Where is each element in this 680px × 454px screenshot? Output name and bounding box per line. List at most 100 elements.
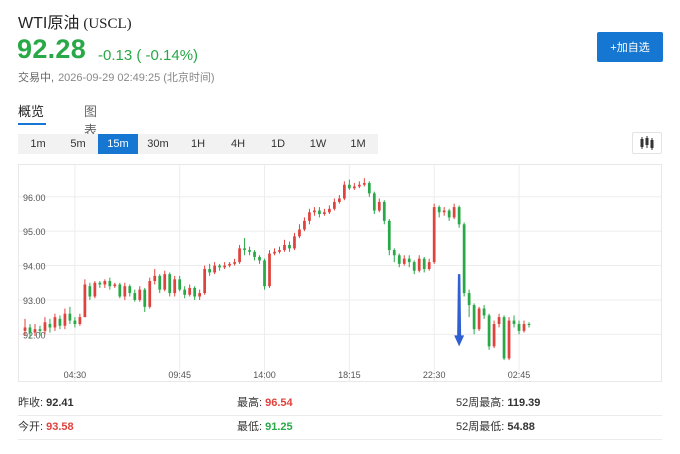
interval-30m[interactable]: 30m [138,134,178,154]
stat-prev-close-value: 92.41 [46,397,74,409]
interval-15m[interactable]: 15m [98,134,138,154]
candle-body [432,207,436,263]
interval-1d[interactable]: 1D [258,134,298,154]
candle-body [38,329,42,331]
candle-body [128,286,132,294]
candle-body [53,317,57,328]
stat-high-value: 96.54 [265,397,293,409]
candle-body [492,324,496,347]
stat-52w-high: 52周最高: 119.39 [456,394,540,410]
candle-body [163,274,167,290]
stat-52w-low: 52周最低: 54.88 [456,418,535,434]
candle-body [382,201,386,221]
candle-body [477,308,481,330]
candle-body [193,287,197,297]
candle-body [392,250,396,256]
stat-prev-close-label: 昨收: [18,397,44,409]
stat-52w-low-label: 52周最低: [456,421,505,433]
candle-body [372,193,376,211]
y-tick-label: 96.00 [23,193,46,203]
x-tick-label: 18:15 [338,370,361,380]
interval-1mo[interactable]: 1M [338,134,378,154]
x-tick-label: 14:00 [253,370,276,380]
candle-body [228,263,231,266]
interval-1w[interactable]: 1W [298,134,338,154]
interval-1m[interactable]: 1m [18,134,58,154]
stat-52w-low-value: 54.88 [507,421,535,433]
candle-body [467,293,471,306]
stats-row-1: 昨收: 92.41 最高: 96.54 52周最高: 119.39 [18,392,662,416]
candle-body [308,212,311,221]
chart-type-toggle-button[interactable] [632,132,662,154]
candle-body [78,317,82,325]
interval-5m[interactable]: 5m [58,134,98,154]
candle-body [173,279,177,294]
candle-body [168,274,172,294]
candle-body [522,324,526,331]
stat-high: 最高: 96.54 [237,394,293,410]
candle-body [28,327,32,333]
candle-body [263,260,266,287]
candle-body [447,210,451,218]
candle-body [138,289,142,300]
stat-low: 最低: 91.25 [237,418,293,434]
candle-body [73,320,77,325]
stat-52w-high-value: 119.39 [507,397,541,409]
candle-body [133,293,137,300]
candle-body [278,250,281,252]
x-tick-label: 22:30 [423,370,446,380]
x-tick-label: 02:45 [508,370,531,380]
candle-body [208,269,212,273]
add-to-watchlist-button[interactable]: +加自选 [597,32,663,62]
interval-1h[interactable]: 1H [178,134,218,154]
stat-52w-high-label: 52周最高: [456,397,505,409]
tab-overview[interactable]: 概览 [18,101,46,125]
candle-body [487,315,491,347]
candle-body [338,198,341,202]
candle-body [43,322,47,331]
trading-status-label: 交易中, [18,72,55,84]
stat-low-value: 91.25 [265,421,293,433]
candle-body [402,258,406,264]
stat-high-label: 最高: [237,397,263,409]
candle-body [148,281,152,307]
candle-body [143,289,147,307]
candle-body [387,220,391,251]
candle-body [347,184,351,189]
candle-body [422,258,426,269]
stat-open-value: 93.58 [46,421,74,433]
candle-body [417,258,421,271]
candle-body [68,313,72,321]
price-change: -0.13 ( -0.14%) [98,47,199,64]
candle-body [83,284,87,318]
instrument-code: (USCL) [83,16,132,32]
candle-body [188,287,192,295]
stats-row-2: 今开: 93.58 最低: 91.25 52周最低: 54.88 [18,416,662,440]
candle-body [502,317,506,359]
candle-body [203,269,207,294]
stat-prev-close: 昨收: 92.41 [18,394,74,410]
candle-body [218,265,221,268]
quote-timestamp: 2026-09-29 02:49:25 (北京时间) [58,72,215,84]
candle-body [512,320,516,325]
candle-body [103,281,107,285]
interval-4h[interactable]: 4H [218,134,258,154]
x-tick-label: 09:45 [168,370,191,380]
stat-open-label: 今开: [18,421,44,433]
stat-open: 今开: 93.58 [18,418,74,434]
candle-body [243,248,246,251]
candle-body [23,327,27,331]
candle-body [377,201,381,211]
candle-body [517,324,521,331]
candle-body [527,324,531,326]
candle-body [178,279,182,290]
last-price: 92.28 [17,34,87,64]
tab-chart[interactable]: 图表 [84,101,97,138]
candle-body [118,284,122,297]
candle-body [33,329,37,333]
candle-body [342,184,346,199]
candle-body [497,317,501,325]
price-chart[interactable]: 96.00 95.00 94.00 93.00 92.00 04:30 09:45 14:00… [18,164,662,382]
candle-body [507,320,511,359]
interval-selector: 1m 5m 15m 30m 1H 4H 1D 1W 1M [18,134,378,154]
